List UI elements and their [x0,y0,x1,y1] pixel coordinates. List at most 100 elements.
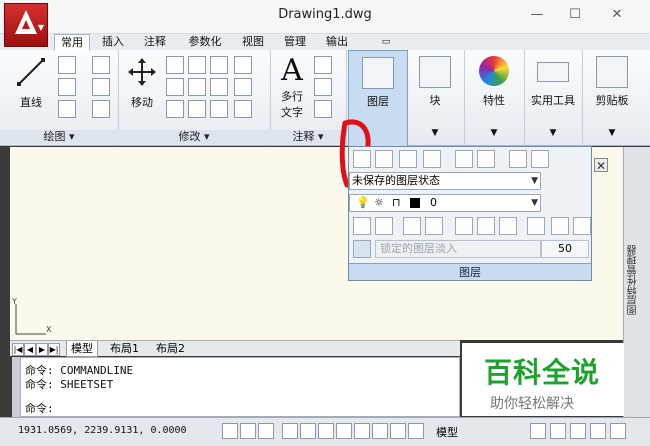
tab-insert[interactable]: 插入 [96,34,130,50]
grid-icon[interactable] [240,423,256,439]
mtext-button[interactable]: A 多行 文字 [274,54,310,120]
hatch-icon[interactable] [92,100,110,118]
tab-output[interactable]: 输出 [320,34,354,50]
scale-icon[interactable] [188,78,206,96]
offset-icon[interactable] [166,78,184,96]
quick-props-icon[interactable] [408,423,424,439]
workspace-icon[interactable] [550,423,566,439]
stretch-icon[interactable] [234,56,252,74]
array-icon[interactable] [210,100,228,118]
model-space-label[interactable]: 模型 [436,424,458,440]
minimize-button[interactable]: — [526,6,548,24]
chevron-down-icon[interactable]: ▼ [464,128,524,138]
rotate-icon[interactable] [188,56,206,74]
toolbar-lock-icon[interactable] [570,423,586,439]
layer-previous-icon[interactable] [375,150,393,168]
osnap-icon[interactable] [300,423,316,439]
layout-tab-bar: |◀ ◀ ▶ ▶| 模型 布局1 布局2 [10,340,460,357]
next-layout-icon[interactable]: ▶ [36,343,48,356]
arc-icon[interactable] [92,56,110,74]
layer-change-icon[interactable] [499,217,517,235]
command-window[interactable]: 命令: COMMANDLINE 命令: SHEETSET 命令: [20,357,460,417]
layer-delete-icon[interactable] [573,217,591,235]
maximize-button[interactable]: ☐ [564,6,586,24]
tab-view[interactable]: 视图 [236,34,270,50]
layer-merge-icon[interactable] [531,150,549,168]
rectangle-icon[interactable] [92,78,110,96]
lock-fade-value[interactable]: 50 [541,240,589,258]
layer-lock-icon[interactable] [403,217,421,235]
polar-icon[interactable] [282,423,298,439]
properties-button[interactable]: 特性 ▼ [464,50,525,146]
panel-draw-title[interactable]: 绘图 ▾ [0,130,118,144]
otrack-icon[interactable] [336,423,352,439]
explode-icon[interactable] [188,100,206,118]
ribbon-minimize-icon[interactable]: ▭ [372,34,400,50]
tab-manage[interactable]: 管理 [278,34,312,50]
mirror-icon[interactable] [210,78,228,96]
block-button[interactable]: 块 ▼ [406,50,465,146]
3d-osnap-icon[interactable] [318,423,334,439]
layer-freeze-icon[interactable] [455,150,473,168]
layer-thaw-icon[interactable] [477,217,495,235]
tab-annotate[interactable]: 注释 [138,34,172,50]
erase-icon[interactable] [166,100,184,118]
dyn-icon[interactable] [372,423,388,439]
command-window-grip[interactable] [12,357,20,417]
layer-off-icon[interactable] [477,150,495,168]
layer-state-combo[interactable]: 未保存的图层状态 ▼ [349,172,541,190]
fillet-icon[interactable] [234,100,252,118]
polyline-icon[interactable] [58,56,76,74]
isolate-objects-icon[interactable] [590,423,606,439]
layer-unlock-icon[interactable] [425,217,443,235]
utilities-button[interactable]: 实用工具 ▼ [524,50,583,146]
panel-modify-title[interactable]: 修改 ▾ [118,130,270,144]
close-icon[interactable]: ✕ [594,158,608,173]
text-a-icon: A [281,53,303,88]
tab-layout2[interactable]: 布局2 [152,341,189,356]
chevron-down-icon[interactable]: ▼ [582,128,642,138]
layer-translate-icon[interactable] [551,217,569,235]
current-layer-combo[interactable]: 💡 ☼ ⊓ 0 ▼ [349,194,541,212]
tab-model[interactable]: 模型 [66,341,98,357]
copy-icon[interactable] [166,56,184,74]
circle-icon[interactable] [58,78,76,96]
layer-isolate-icon[interactable] [423,150,441,168]
annotation-scale-icon[interactable] [530,423,546,439]
lock-fade-slider[interactable]: 锁定的图层淡入 [375,240,541,258]
move-button[interactable]: 移动 [122,56,162,110]
ortho-icon[interactable] [258,423,274,439]
clean-screen-icon[interactable] [610,423,626,439]
table-icon[interactable] [314,100,332,118]
snap-icon[interactable] [222,423,238,439]
layer-match-icon[interactable] [399,150,417,168]
prev-layout-icon[interactable]: ◀ [24,343,36,356]
extend-icon[interactable] [234,78,252,96]
properties-label: 特性 [483,94,505,107]
last-layout-icon[interactable]: ▶| [48,343,60,356]
tab-layout1[interactable]: 布局1 [106,341,143,356]
layer-match2-icon[interactable] [375,217,393,235]
lineweight-icon[interactable] [390,423,406,439]
tab-parametric[interactable]: 参数化 [182,34,228,50]
dimension-icon[interactable] [314,56,332,74]
lock-fade-icon[interactable] [353,240,371,258]
layer-walk-icon[interactable] [509,150,527,168]
chevron-down-icon[interactable]: ▼ [524,128,582,138]
close-button[interactable]: ✕ [606,6,628,24]
layer-state-icon[interactable] [353,150,371,168]
first-layout-icon[interactable]: |◀ [12,343,24,356]
ducs-icon[interactable] [354,423,370,439]
make-current-icon[interactable] [353,217,371,235]
trim-icon[interactable] [210,56,228,74]
ucs-icon: Y X [12,298,52,335]
leader-icon[interactable] [314,78,332,96]
ellipse-icon[interactable] [58,100,76,118]
chevron-down-icon[interactable]: ▼ [406,128,464,138]
clipboard-button[interactable]: 剪贴板 ▼ [582,50,642,146]
layer-vp-freeze-icon[interactable] [527,217,545,235]
line-button[interactable]: 直线 [8,56,54,110]
layer-panel-footer[interactable]: 图层 [349,263,591,280]
layer-on-icon[interactable] [455,217,473,235]
application-menu-button[interactable]: ▼ [4,3,48,47]
